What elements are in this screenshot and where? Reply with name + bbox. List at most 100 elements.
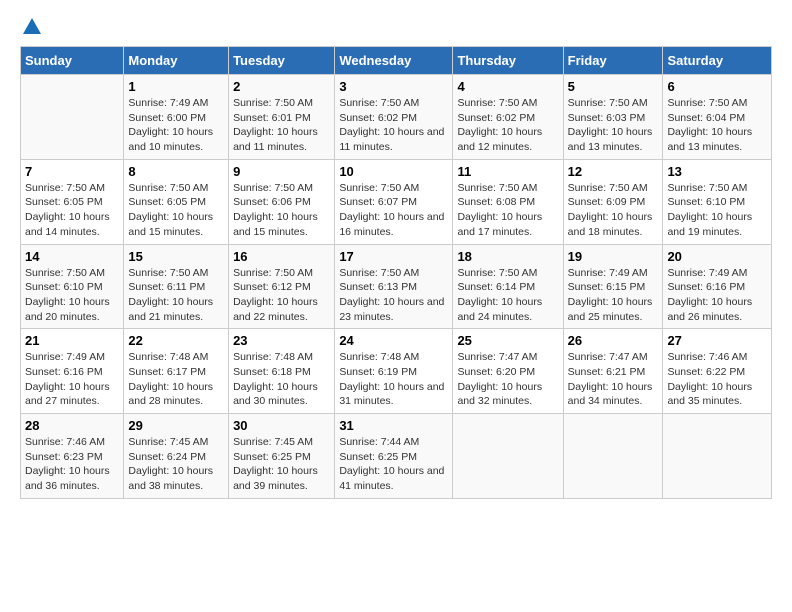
calendar-cell: 11 Sunrise: 7:50 AM Sunset: 6:08 PM Dayli…	[453, 159, 563, 244]
column-header-wednesday: Wednesday	[335, 47, 453, 75]
calendar-cell: 6 Sunrise: 7:50 AM Sunset: 6:04 PM Daylig…	[663, 75, 772, 160]
day-info: Sunrise: 7:49 AM Sunset: 6:00 PM Dayligh…	[128, 96, 224, 155]
calendar-cell: 4 Sunrise: 7:50 AM Sunset: 6:02 PM Daylig…	[453, 75, 563, 160]
day-number: 14	[25, 249, 119, 264]
calendar-cell: 18 Sunrise: 7:50 AM Sunset: 6:14 PM Dayli…	[453, 244, 563, 329]
day-number: 2	[233, 79, 330, 94]
calendar-cell	[453, 414, 563, 499]
day-info: Sunrise: 7:50 AM Sunset: 6:14 PM Dayligh…	[457, 266, 558, 325]
day-number: 17	[339, 249, 448, 264]
calendar-cell	[663, 414, 772, 499]
day-info: Sunrise: 7:49 AM Sunset: 6:16 PM Dayligh…	[667, 266, 767, 325]
calendar-cell: 29Sunrise: 7:45 AM Sunset: 6:24 PM Dayli…	[124, 414, 229, 499]
calendar-cell: 10 Sunrise: 7:50 AM Sunset: 6:07 PM Dayli…	[335, 159, 453, 244]
day-info: Sunrise: 7:50 AM Sunset: 6:10 PM Dayligh…	[667, 181, 767, 240]
day-info: Sunrise: 7:50 AM Sunset: 6:05 PM Dayligh…	[25, 181, 119, 240]
day-number: 13	[667, 164, 767, 179]
day-number: 9	[233, 164, 330, 179]
column-header-thursday: Thursday	[453, 47, 563, 75]
day-info: Sunrise: 7:50 AM Sunset: 6:04 PM Dayligh…	[667, 96, 767, 155]
calendar-cell: 27 Sunrise: 7:46 AM Sunset: 6:22 PM Dayli…	[663, 329, 772, 414]
calendar-cell: 3 Sunrise: 7:50 AM Sunset: 6:02 PM Daylig…	[335, 75, 453, 160]
day-number: 22	[128, 333, 224, 348]
day-info: Sunrise: 7:50 AM Sunset: 6:03 PM Dayligh…	[568, 96, 659, 155]
day-number: 28	[25, 418, 119, 433]
calendar-cell: 1 Sunrise: 7:49 AM Sunset: 6:00 PM Daylig…	[124, 75, 229, 160]
day-info: Sunrise: 7:50 AM Sunset: 6:09 PM Dayligh…	[568, 181, 659, 240]
day-info: Sunrise: 7:50 AM Sunset: 6:05 PM Dayligh…	[128, 181, 224, 240]
day-number: 30	[233, 418, 330, 433]
calendar-cell: 7 Sunrise: 7:50 AM Sunset: 6:05 PM Daylig…	[21, 159, 124, 244]
calendar-cell: 15Sunrise: 7:50 AM Sunset: 6:11 PM Dayli…	[124, 244, 229, 329]
logo	[20, 20, 43, 30]
day-info: Sunrise: 7:46 AM Sunset: 6:22 PM Dayligh…	[667, 350, 767, 409]
day-number: 16	[233, 249, 330, 264]
day-number: 4	[457, 79, 558, 94]
day-number: 21	[25, 333, 119, 348]
day-number: 12	[568, 164, 659, 179]
day-number: 24	[339, 333, 448, 348]
day-number: 11	[457, 164, 558, 179]
calendar-cell: 25Sunrise: 7:47 AM Sunset: 6:20 PM Dayli…	[453, 329, 563, 414]
week-row-5: 28Sunrise: 7:46 AM Sunset: 6:23 PM Dayli…	[21, 414, 772, 499]
day-info: Sunrise: 7:50 AM Sunset: 6:08 PM Dayligh…	[457, 181, 558, 240]
calendar-cell: 8 Sunrise: 7:50 AM Sunset: 6:05 PM Daylig…	[124, 159, 229, 244]
calendar-cell: 23Sunrise: 7:48 AM Sunset: 6:18 PM Dayli…	[229, 329, 335, 414]
calendar-cell: 20 Sunrise: 7:49 AM Sunset: 6:16 PM Dayli…	[663, 244, 772, 329]
calendar-cell: 26 Sunrise: 7:47 AM Sunset: 6:21 PM Dayli…	[563, 329, 663, 414]
calendar-cell: 14 Sunrise: 7:50 AM Sunset: 6:10 PM Dayli…	[21, 244, 124, 329]
calendar-header-row: SundayMondayTuesdayWednesdayThursdayFrid…	[21, 47, 772, 75]
day-number: 7	[25, 164, 119, 179]
column-header-friday: Friday	[563, 47, 663, 75]
logo-icon	[21, 16, 43, 38]
day-number: 8	[128, 164, 224, 179]
week-row-4: 21 Sunrise: 7:49 AM Sunset: 6:16 PM Dayli…	[21, 329, 772, 414]
day-info: Sunrise: 7:50 AM Sunset: 6:01 PM Dayligh…	[233, 96, 330, 155]
column-header-sunday: Sunday	[21, 47, 124, 75]
day-number: 26	[568, 333, 659, 348]
day-info: Sunrise: 7:50 AM Sunset: 6:10 PM Dayligh…	[25, 266, 119, 325]
column-header-monday: Monday	[124, 47, 229, 75]
page-header	[20, 20, 772, 30]
day-info: Sunrise: 7:49 AM Sunset: 6:16 PM Dayligh…	[25, 350, 119, 409]
day-number: 31	[339, 418, 448, 433]
day-number: 29	[128, 418, 224, 433]
day-info: Sunrise: 7:48 AM Sunset: 6:17 PM Dayligh…	[128, 350, 224, 409]
day-number: 18	[457, 249, 558, 264]
calendar-cell: 16 Sunrise: 7:50 AM Sunset: 6:12 PM Dayli…	[229, 244, 335, 329]
day-number: 3	[339, 79, 448, 94]
day-number: 6	[667, 79, 767, 94]
day-info: Sunrise: 7:48 AM Sunset: 6:18 PM Dayligh…	[233, 350, 330, 409]
day-number: 1	[128, 79, 224, 94]
day-info: Sunrise: 7:50 AM Sunset: 6:02 PM Dayligh…	[457, 96, 558, 155]
day-info: Sunrise: 7:50 AM Sunset: 6:02 PM Dayligh…	[339, 96, 448, 155]
week-row-3: 14 Sunrise: 7:50 AM Sunset: 6:10 PM Dayli…	[21, 244, 772, 329]
day-info: Sunrise: 7:50 AM Sunset: 6:06 PM Dayligh…	[233, 181, 330, 240]
day-info: Sunrise: 7:47 AM Sunset: 6:21 PM Dayligh…	[568, 350, 659, 409]
day-info: Sunrise: 7:45 AM Sunset: 6:25 PM Dayligh…	[233, 435, 330, 494]
day-info: Sunrise: 7:49 AM Sunset: 6:15 PM Dayligh…	[568, 266, 659, 325]
day-number: 5	[568, 79, 659, 94]
calendar-cell: 17 Sunrise: 7:50 AM Sunset: 6:13 PM Dayli…	[335, 244, 453, 329]
calendar-cell: 13 Sunrise: 7:50 AM Sunset: 6:10 PM Dayli…	[663, 159, 772, 244]
day-info: Sunrise: 7:50 AM Sunset: 6:13 PM Dayligh…	[339, 266, 448, 325]
day-number: 19	[568, 249, 659, 264]
calendar-cell	[563, 414, 663, 499]
calendar-cell: 22 Sunrise: 7:48 AM Sunset: 6:17 PM Dayli…	[124, 329, 229, 414]
calendar-cell: 9 Sunrise: 7:50 AM Sunset: 6:06 PM Daylig…	[229, 159, 335, 244]
day-info: Sunrise: 7:50 AM Sunset: 6:11 PM Dayligh…	[128, 266, 224, 325]
column-header-tuesday: Tuesday	[229, 47, 335, 75]
calendar-cell: 12 Sunrise: 7:50 AM Sunset: 6:09 PM Dayli…	[563, 159, 663, 244]
day-info: Sunrise: 7:50 AM Sunset: 6:12 PM Dayligh…	[233, 266, 330, 325]
day-info: Sunrise: 7:50 AM Sunset: 6:07 PM Dayligh…	[339, 181, 448, 240]
week-row-1: 1 Sunrise: 7:49 AM Sunset: 6:00 PM Daylig…	[21, 75, 772, 160]
day-number: 20	[667, 249, 767, 264]
calendar-cell: 5 Sunrise: 7:50 AM Sunset: 6:03 PM Daylig…	[563, 75, 663, 160]
day-number: 27	[667, 333, 767, 348]
calendar-cell: 21 Sunrise: 7:49 AM Sunset: 6:16 PM Dayli…	[21, 329, 124, 414]
column-header-saturday: Saturday	[663, 47, 772, 75]
day-number: 10	[339, 164, 448, 179]
calendar-cell: 19 Sunrise: 7:49 AM Sunset: 6:15 PM Dayli…	[563, 244, 663, 329]
day-info: Sunrise: 7:44 AM Sunset: 6:25 PM Dayligh…	[339, 435, 448, 494]
calendar-cell: 31 Sunrise: 7:44 AM Sunset: 6:25 PM Dayli…	[335, 414, 453, 499]
